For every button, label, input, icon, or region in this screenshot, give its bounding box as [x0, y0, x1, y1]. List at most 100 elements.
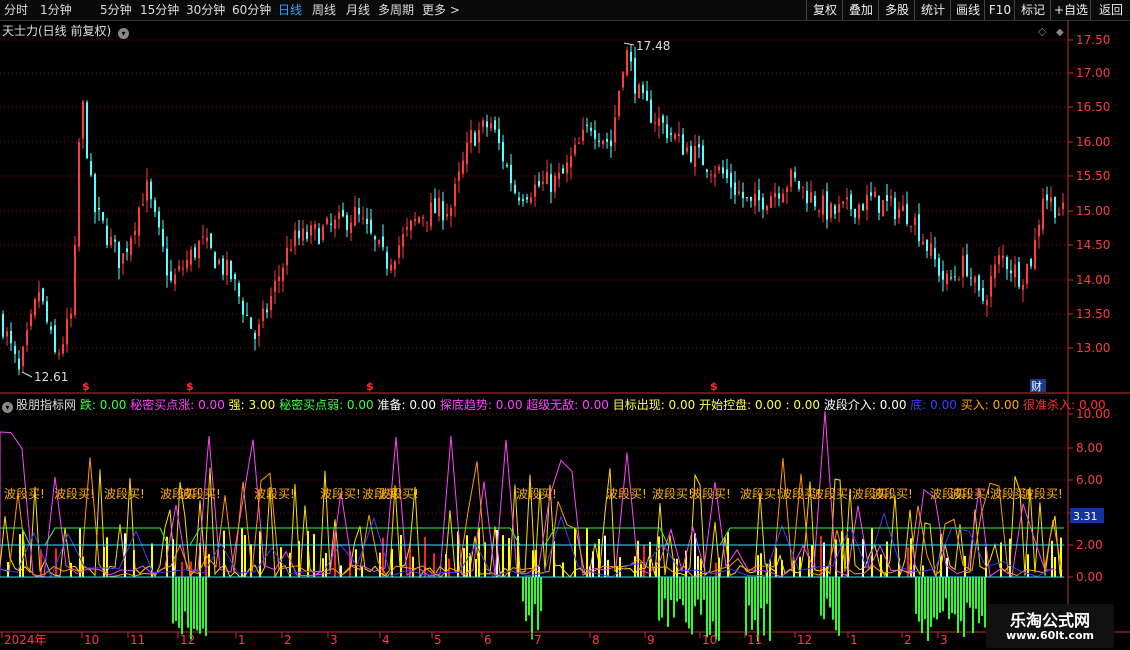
indicator-bar [466, 535, 468, 577]
adjust-button[interactable]: 复权 [806, 0, 843, 20]
time-tick-label: 11 [747, 633, 762, 647]
time-tick-label: 8 [592, 633, 600, 647]
mark-button[interactable]: 标记 [1014, 0, 1051, 20]
indicator-bar-negative [966, 577, 968, 603]
candle-body [922, 241, 924, 245]
add-favorite-button[interactable]: +自选 [1050, 0, 1091, 20]
price-tick-label: 15.00 [1076, 204, 1110, 218]
candle-body [930, 243, 932, 256]
candle-body [1002, 255, 1004, 259]
candle-body [802, 186, 804, 188]
indicator-current-value: 3.31 [1073, 510, 1098, 523]
indicator-bar-negative [957, 577, 959, 633]
indicator-bar [880, 554, 882, 577]
indicator-bar [640, 562, 642, 577]
indicator-bar [808, 556, 810, 577]
candle-body [290, 248, 292, 251]
indicator-bar [424, 537, 426, 577]
candle-body [710, 174, 712, 176]
indicator-bar-negative [945, 577, 947, 599]
time-tick-label: 10 [84, 633, 99, 647]
indicator-bar-negative [718, 577, 720, 641]
f10-button[interactable]: F10 [984, 0, 1015, 20]
candle-body [46, 301, 48, 322]
indicator-legend-label: 秘密买点弱: [279, 398, 347, 412]
indicator-bar-negative [205, 577, 207, 636]
price-tick-label: 17.50 [1076, 33, 1110, 47]
candle-body [526, 197, 528, 200]
time-tick-label: 2024年 [4, 633, 47, 647]
candle-body [970, 277, 972, 279]
indicator-bar [775, 547, 777, 577]
period-multi[interactable]: 多周期 [378, 2, 414, 18]
indicator-legend-value: 0.00 [1078, 398, 1106, 412]
time-tick-label: 7 [534, 633, 542, 647]
indicator-legend-label: 开始控盘: [699, 398, 755, 412]
indicator-bar [676, 558, 678, 577]
indicator-bar-negative [706, 577, 708, 638]
candle-body [754, 193, 756, 206]
stats-button[interactable]: 统计 [914, 0, 951, 20]
period-weekly[interactable]: 周线 [312, 2, 336, 18]
candle-body [262, 308, 264, 322]
period-5min[interactable]: 5分钟 [100, 2, 132, 18]
back-button[interactable]: 返回 [1090, 0, 1130, 20]
high-price-label: 17.48 [636, 39, 670, 53]
indicator-bar [685, 550, 687, 577]
candle-body [558, 173, 560, 179]
multi-stock-button[interactable]: 多股 [878, 0, 915, 20]
indicator-legend-value: 0.00 [409, 398, 437, 412]
period-daily[interactable]: 日线 [278, 2, 302, 18]
candle-body [670, 133, 672, 135]
candle-body [750, 197, 752, 201]
indicator-line-yellow [0, 467, 1061, 579]
indicator-bar-negative [715, 577, 717, 640]
indicator-bar [502, 535, 504, 577]
candle-body [790, 169, 792, 187]
signal-label: 波段买! [254, 486, 295, 501]
signal-label: 波段买! [872, 486, 913, 501]
candle-body [938, 258, 940, 276]
candle-body [514, 184, 516, 194]
candle-body [450, 208, 452, 217]
indicator-bar-negative [199, 577, 201, 634]
candle-body [462, 160, 464, 174]
period-60min[interactable]: 60分钟 [232, 2, 271, 18]
candle-body [310, 225, 312, 236]
candle-body [574, 144, 576, 155]
signal-label: 波段买! [930, 486, 971, 501]
indicator-bar [463, 548, 465, 577]
candle-body [322, 226, 324, 241]
price-tick-label: 13.50 [1076, 307, 1110, 321]
period-15min[interactable]: 15分钟 [140, 2, 179, 18]
candle-body [258, 324, 260, 337]
overlay-button[interactable]: 叠加 [842, 0, 879, 20]
candle-body [398, 245, 400, 258]
indicator-bar-negative [930, 577, 932, 627]
signal-label: 波段买! [362, 486, 403, 501]
period-30min[interactable]: 30分钟 [186, 2, 225, 18]
period-1min[interactable]: 1分钟 [40, 2, 72, 18]
candle-body [874, 191, 876, 198]
candle-body [142, 204, 144, 206]
candle-body [422, 217, 424, 219]
chart-area[interactable]: 17.5017.0016.5016.0015.5015.0014.5014.00… [0, 0, 1130, 650]
period-more[interactable]: 更多 > [422, 2, 460, 18]
indicator-dropdown-icon[interactable]: ▾ [2, 402, 13, 413]
candle-body [562, 168, 564, 174]
candle-body [390, 264, 392, 271]
indicator-bar [1000, 542, 1002, 577]
draw-button[interactable]: 画线 [950, 0, 985, 20]
period-intraday[interactable]: 分时 [4, 2, 28, 18]
indicator-bar [280, 547, 282, 577]
indicator-bar [562, 562, 564, 577]
candlesticks [2, 44, 1064, 376]
indicator-bar-negative [960, 577, 962, 622]
candle-body [694, 146, 696, 167]
candle-body [798, 180, 800, 189]
indicator-tick-label: 4.00 [1076, 506, 1103, 520]
period-monthly[interactable]: 月线 [346, 2, 370, 18]
title-dropdown-icon[interactable]: ▾ [118, 28, 130, 39]
time-tick-label: 11 [130, 633, 145, 647]
candle-body [342, 209, 344, 217]
